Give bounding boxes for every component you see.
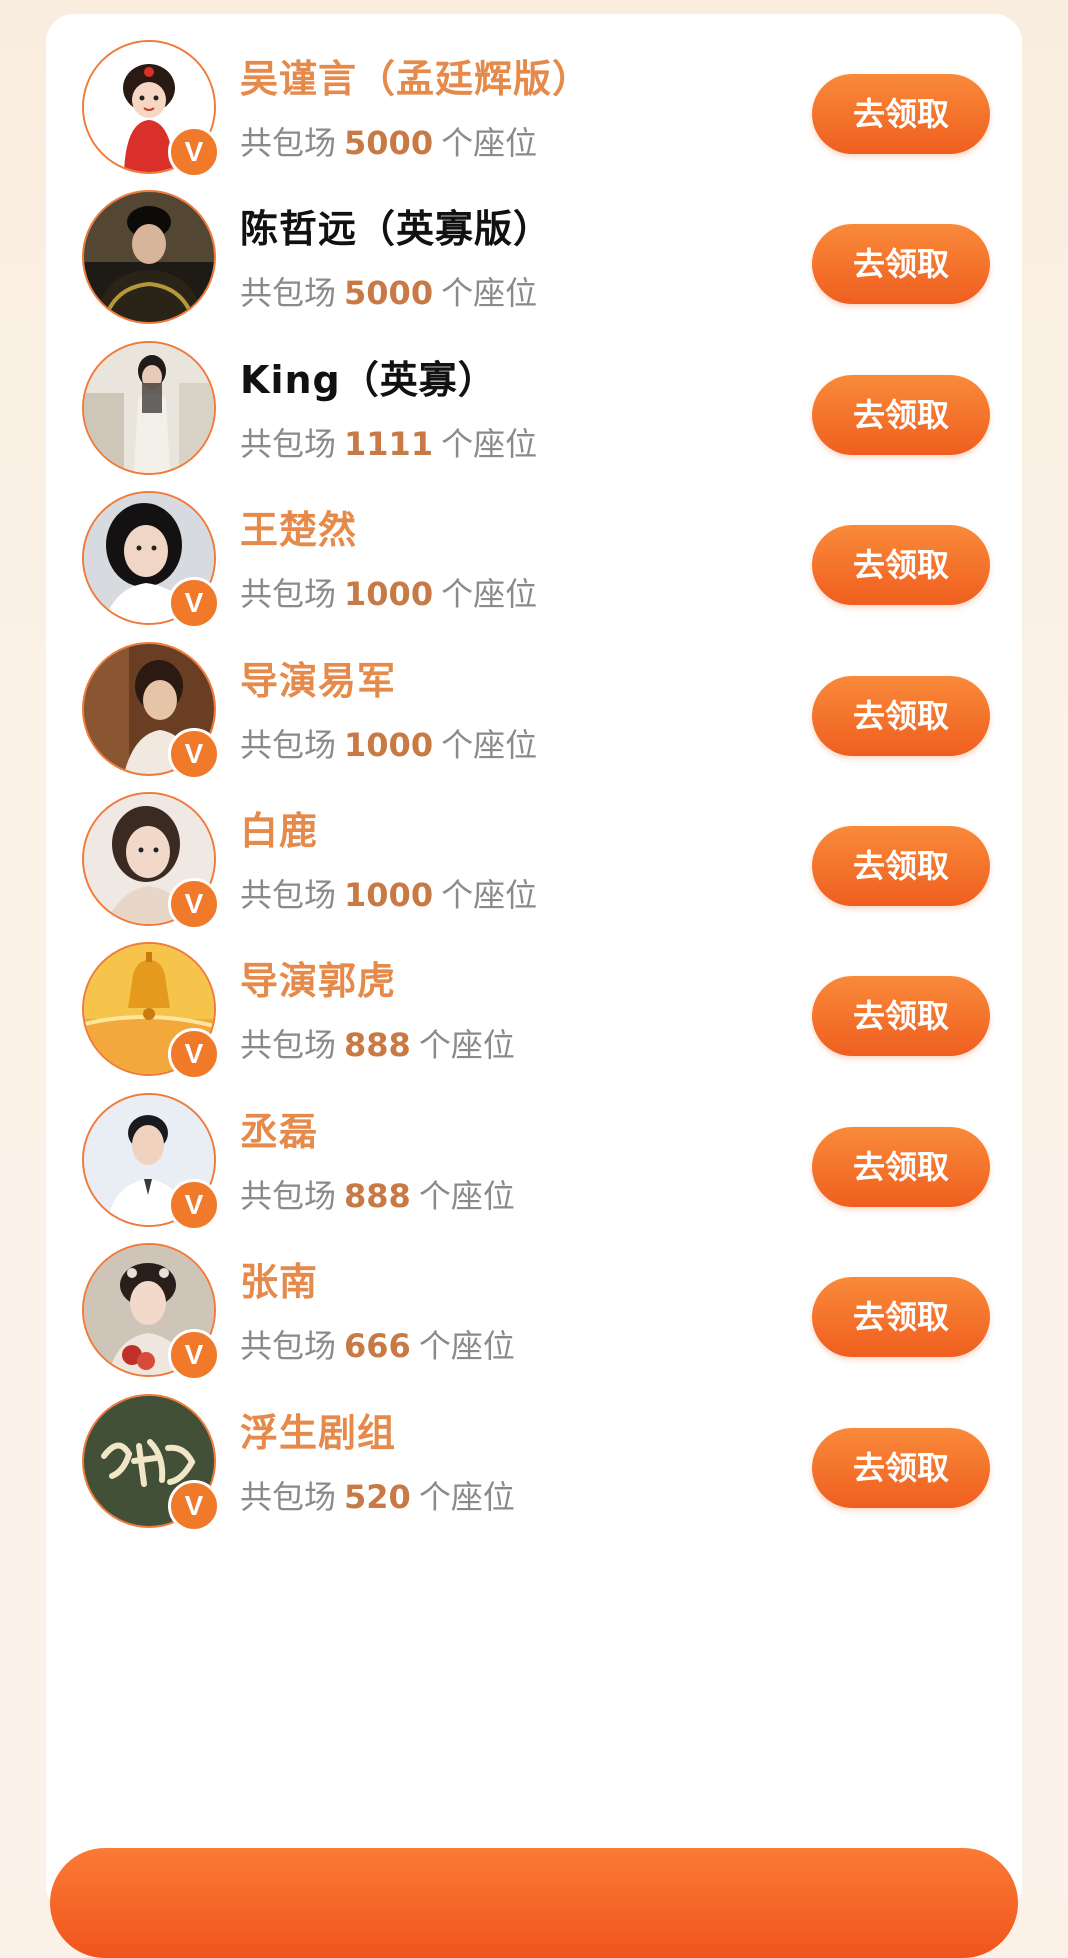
person-photo-avatar-icon: [82, 341, 216, 475]
seat-count-number: 888: [344, 1177, 411, 1215]
creator-name[interactable]: 王楚然: [240, 499, 357, 554]
seat-count-suffix: 个座位: [441, 274, 538, 312]
claim-button[interactable]: 去领取: [812, 826, 990, 906]
avatar-container[interactable]: V: [82, 942, 220, 1080]
avatar-container[interactable]: [82, 190, 216, 324]
seat-count-number: 1000: [344, 575, 434, 613]
creator-name[interactable]: 吴谨言（孟廷辉版）: [240, 48, 591, 103]
verified-badge-icon: V: [168, 1480, 220, 1532]
seat-count-suffix: 个座位: [441, 575, 538, 613]
avatar-container[interactable]: V: [82, 40, 220, 178]
seat-count-suffix: 个座位: [441, 876, 538, 914]
seat-count-suffix: 个座位: [418, 1026, 515, 1064]
seat-count-prefix: 共包场: [240, 575, 337, 613]
seat-count-number: 1000: [344, 876, 434, 914]
avatar-container[interactable]: V: [82, 792, 220, 930]
claim-button[interactable]: 去领取: [812, 375, 990, 455]
avatar-container[interactable]: V: [82, 491, 220, 629]
creator-name[interactable]: 白鹿: [240, 800, 318, 855]
seat-count-text: 共包场 5000 个座位: [240, 118, 537, 164]
seat-count-text: 共包场 888 个座位: [240, 1171, 515, 1217]
avatar-container[interactable]: [82, 341, 216, 475]
seat-count-prefix: 共包场: [240, 425, 337, 463]
seat-count-prefix: 共包场: [240, 1177, 337, 1215]
seat-count-suffix: 个座位: [441, 425, 538, 463]
claim-button[interactable]: 去领取: [812, 1277, 990, 1357]
claim-button[interactable]: 去领取: [812, 224, 990, 304]
seat-count-suffix: 个座位: [418, 1177, 515, 1215]
list-item: V 浮生剧组 共包场 520 个座位 去领取: [46, 1368, 1022, 1550]
avatar-container[interactable]: V: [82, 642, 220, 780]
seat-count-number: 1111: [344, 425, 434, 463]
creator-name[interactable]: King（英寡）: [240, 349, 497, 404]
seat-count-text: 共包场 888 个座位: [240, 1020, 515, 1066]
claim-button[interactable]: 去领取: [812, 74, 990, 154]
bottom-action-button[interactable]: [50, 1848, 1018, 1958]
creator-name[interactable]: 丞磊: [240, 1101, 318, 1156]
seat-count-number: 888: [344, 1026, 411, 1064]
seat-count-suffix: 个座位: [441, 124, 538, 162]
seat-count-suffix: 个座位: [418, 1478, 515, 1516]
seat-count-prefix: 共包场: [240, 1026, 337, 1064]
seat-count-prefix: 共包场: [240, 876, 337, 914]
seat-count-number: 520: [344, 1478, 411, 1516]
seat-count-text: 共包场 1000 个座位: [240, 720, 537, 766]
seat-count-text: 共包场 666 个座位: [240, 1321, 515, 1367]
person-photo-avatar-icon: [82, 190, 216, 324]
creator-name[interactable]: 导演郭虎: [240, 950, 396, 1005]
avatar-container[interactable]: V: [82, 1093, 220, 1231]
creator-name[interactable]: 导演易军: [240, 650, 396, 705]
seat-count-suffix: 个座位: [418, 1327, 515, 1365]
claim-button[interactable]: 去领取: [812, 1127, 990, 1207]
seat-count-text: 共包场 5000 个座位: [240, 268, 537, 314]
creator-seat-list-card: V 吴谨言（孟廷辉版） 共包场 5000 个座位 去领取 陈哲远（英寡版） 共包场 5…: [46, 14, 1022, 1914]
seat-count-suffix: 个座位: [441, 726, 538, 764]
seat-count-number: 5000: [344, 274, 434, 312]
avatar-container[interactable]: V: [82, 1243, 220, 1381]
creator-name[interactable]: 陈哲远（英寡版）: [240, 198, 552, 253]
claim-button[interactable]: 去领取: [812, 525, 990, 605]
claim-button[interactable]: 去领取: [812, 976, 990, 1056]
avatar-container[interactable]: V: [82, 1394, 220, 1532]
seat-count-text: 共包场 1000 个座位: [240, 569, 537, 615]
seat-count-text: 共包场 1000 个座位: [240, 870, 537, 916]
claim-button[interactable]: 去领取: [812, 676, 990, 756]
seat-count-prefix: 共包场: [240, 124, 337, 162]
seat-count-text: 共包场 1111 个座位: [240, 419, 537, 465]
seat-count-text: 共包场 520 个座位: [240, 1472, 515, 1518]
seat-count-number: 5000: [344, 124, 434, 162]
creator-name[interactable]: 浮生剧组: [240, 1402, 396, 1457]
seat-count-prefix: 共包场: [240, 726, 337, 764]
seat-count-prefix: 共包场: [240, 1327, 337, 1365]
claim-button[interactable]: 去领取: [812, 1428, 990, 1508]
seat-count-prefix: 共包场: [240, 274, 337, 312]
seat-count-number: 666: [344, 1327, 411, 1365]
seat-count-prefix: 共包场: [240, 1478, 337, 1516]
creator-name[interactable]: 张南: [240, 1251, 318, 1306]
seat-count-number: 1000: [344, 726, 434, 764]
